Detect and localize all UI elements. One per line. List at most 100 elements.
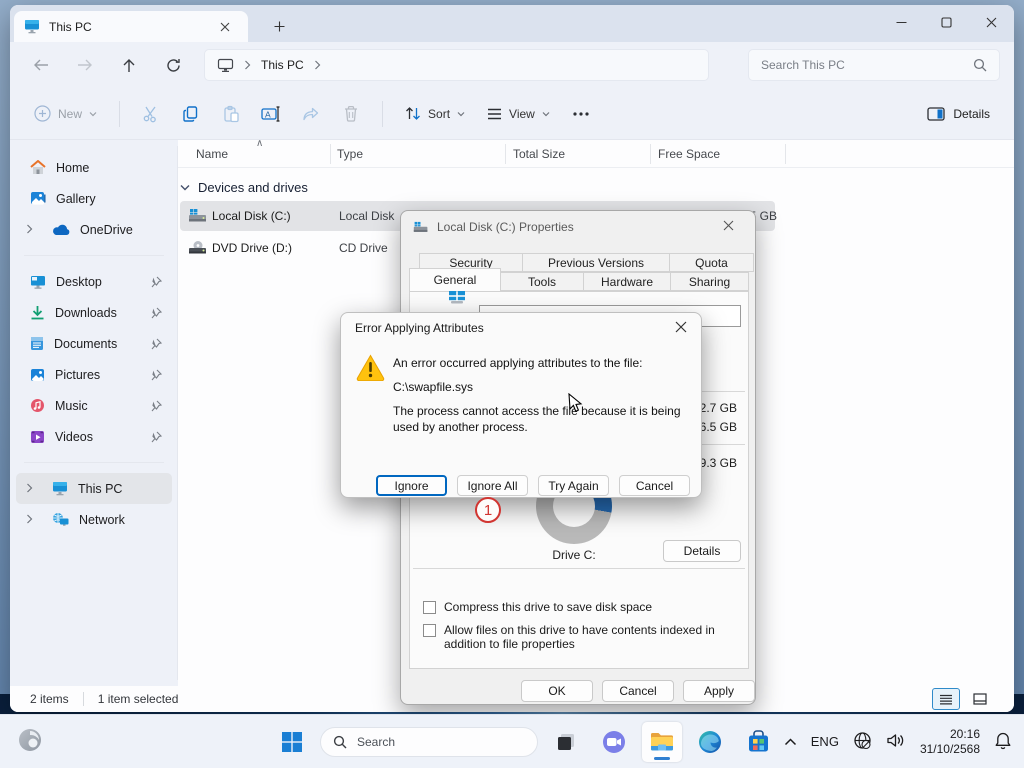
dvd-drive-icon	[188, 240, 208, 256]
group-devices-and-drives[interactable]: Devices and drives	[180, 180, 1014, 195]
large-icons-view-toggle[interactable]	[966, 688, 994, 710]
network-globe-icon[interactable]	[853, 731, 872, 753]
view-icon	[487, 108, 502, 120]
search-box[interactable]: Search This PC	[748, 49, 1000, 81]
tab-quota[interactable]: Quota	[669, 253, 754, 272]
pin-icon	[150, 400, 162, 412]
column-divider[interactable]	[785, 144, 786, 164]
sidebar-item-gallery[interactable]: Gallery	[16, 183, 172, 214]
apply-button[interactable]: Apply	[683, 680, 755, 702]
back-icon[interactable]	[24, 49, 58, 81]
sidebar-item-onedrive[interactable]: OneDrive	[16, 214, 172, 245]
this-pc-icon	[217, 58, 234, 73]
sidebar-item-home[interactable]: Home	[16, 152, 172, 183]
documents-icon	[30, 336, 44, 351]
cancel-button[interactable]: Cancel	[602, 680, 674, 702]
column-name[interactable]: Name	[196, 147, 228, 161]
address-bar[interactable]: This PC	[204, 49, 709, 81]
try-again-button[interactable]: Try Again	[538, 475, 609, 496]
cancel-button[interactable]: Cancel	[619, 475, 690, 496]
new-button[interactable]: New	[26, 99, 105, 128]
sort-button[interactable]: Sort	[397, 100, 473, 127]
file-type: Local Disk	[339, 209, 394, 223]
column-divider[interactable]	[505, 144, 506, 164]
index-checkbox-row[interactable]: Allow files on this drive to have conten…	[423, 623, 733, 651]
divider	[382, 101, 383, 127]
tab-this-pc[interactable]: This PC	[14, 11, 248, 42]
pin-icon	[150, 307, 162, 319]
chat-icon[interactable]	[594, 722, 634, 762]
column-type[interactable]: Type	[337, 147, 363, 161]
file-explorer-icon[interactable]	[642, 722, 682, 762]
view-button[interactable]: View	[479, 101, 558, 127]
ok-button[interactable]: OK	[521, 680, 593, 702]
details-view-toggle[interactable]	[932, 688, 960, 710]
sidebar-item-label: Downloads	[55, 306, 140, 320]
chevron-right-icon[interactable]	[26, 223, 40, 237]
details-button[interactable]: Details	[663, 540, 741, 562]
tab-previous-versions[interactable]: Previous Versions	[522, 253, 670, 272]
column-divider[interactable]	[650, 144, 651, 164]
checkbox[interactable]	[423, 624, 436, 637]
up-icon[interactable]	[112, 49, 146, 81]
details-pane-icon	[927, 107, 945, 121]
more-options-icon[interactable]	[564, 98, 598, 130]
new-label: New	[58, 107, 82, 121]
tab-tools[interactable]: Tools	[500, 272, 584, 291]
share-icon[interactable]	[294, 98, 328, 130]
close-button[interactable]	[969, 5, 1014, 39]
paste-icon[interactable]	[214, 98, 248, 130]
volume-icon[interactable]	[886, 732, 906, 752]
microsoft-store-icon[interactable]	[738, 722, 778, 762]
checkbox[interactable]	[423, 601, 436, 614]
rename-icon[interactable]: A	[254, 98, 288, 130]
chevron-right-icon[interactable]	[314, 60, 321, 70]
sidebar-item-downloads[interactable]: Downloads	[16, 297, 172, 328]
forward-icon[interactable]	[68, 49, 102, 81]
compress-checkbox-row[interactable]: Compress this drive to save disk space	[423, 600, 733, 614]
sidebar-item-label: This PC	[78, 482, 162, 496]
widgets-icon[interactable]	[16, 726, 44, 757]
column-free-space[interactable]: Free Space	[658, 147, 720, 161]
ignore-button[interactable]: Ignore	[376, 475, 447, 496]
details-pane-button[interactable]: Details	[919, 101, 998, 127]
chevron-right-icon[interactable]	[26, 482, 40, 496]
maximize-button[interactable]	[924, 5, 969, 39]
task-view-icon[interactable]	[546, 722, 586, 762]
tab-close-icon[interactable]	[212, 15, 238, 39]
column-divider[interactable]	[330, 144, 331, 164]
onedrive-icon	[52, 224, 70, 236]
tab-general[interactable]: General	[409, 268, 501, 291]
column-total-size[interactable]: Total Size	[513, 147, 565, 161]
taskbar-search-box[interactable]: Search	[320, 727, 538, 757]
sidebar-item-documents[interactable]: Documents	[16, 328, 172, 359]
language-indicator[interactable]: ENG	[811, 734, 839, 749]
breadcrumb[interactable]: This PC	[261, 58, 304, 72]
edge-icon[interactable]	[690, 722, 730, 762]
selected-count: 1 item selected	[98, 692, 179, 706]
tab-sharing[interactable]: Sharing	[670, 272, 749, 291]
sidebar-item-desktop[interactable]: Desktop	[16, 266, 172, 297]
refresh-icon[interactable]	[156, 49, 190, 81]
cut-icon[interactable]	[134, 98, 168, 130]
chevron-right-icon[interactable]	[26, 513, 40, 527]
taskbar-clock[interactable]: 20:16 31/10/2568	[920, 727, 980, 757]
tab-hardware[interactable]: Hardware	[583, 272, 671, 291]
sidebar-item-pictures[interactable]: Pictures	[16, 359, 172, 390]
sidebar-item-videos[interactable]: Videos	[16, 421, 172, 452]
pin-icon	[150, 338, 162, 350]
sidebar-item-network[interactable]: Network	[16, 504, 172, 535]
close-icon[interactable]	[713, 220, 743, 234]
notification-bell-icon[interactable]	[994, 731, 1012, 753]
minimize-button[interactable]	[879, 5, 924, 39]
close-icon[interactable]	[657, 320, 687, 336]
sidebar-item-music[interactable]: Music	[16, 390, 172, 421]
delete-icon[interactable]	[334, 98, 368, 130]
start-button[interactable]	[272, 722, 312, 762]
tray-chevron-up-icon[interactable]	[784, 735, 797, 749]
sidebar-item-this-pc[interactable]: This PC	[16, 473, 172, 504]
compress-checkbox-label: Compress this drive to save disk space	[444, 600, 652, 614]
ignore-all-button[interactable]: Ignore All	[457, 475, 528, 496]
copy-icon[interactable]	[174, 98, 208, 130]
new-tab-button[interactable]	[266, 14, 292, 38]
